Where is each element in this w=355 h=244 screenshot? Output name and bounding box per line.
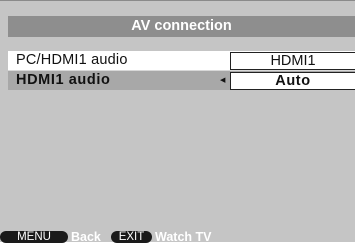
triangle-left-icon[interactable]: ◀ (220, 71, 225, 90)
row-value-box[interactable]: HDMI1 (230, 52, 355, 70)
menu-row-pc-hdmi1-audio[interactable]: PC/HDMI1 audio HDMI1 (8, 51, 355, 71)
menu-row-hdmi1-audio[interactable]: HDMI1 audio ◀ Auto ▶ (8, 71, 355, 90)
row-value-box[interactable]: Auto (230, 72, 355, 90)
row-label: HDMI1 audio (16, 72, 111, 88)
exit-key-badge: EXIT (111, 231, 152, 243)
menu-key-badge: MENU (0, 231, 68, 243)
av-connection-menu: AV connection PC/HDMI1 audio HDMI1 HDMI1… (0, 0, 355, 244)
menu-title: AV connection (8, 16, 355, 37)
footer-hints: MENU Back EXIT Watch TV (0, 230, 355, 244)
row-label: PC/HDMI1 audio (16, 52, 128, 68)
